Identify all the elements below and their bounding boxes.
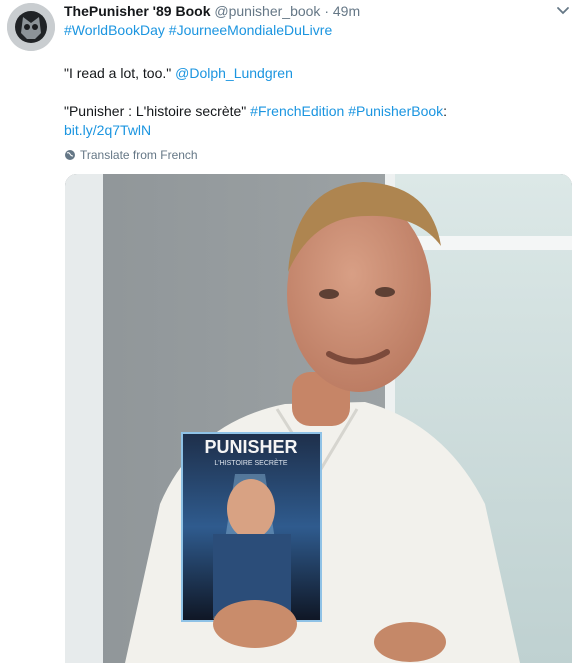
colon: : (443, 103, 448, 119)
separator: · (324, 3, 329, 19)
short-link[interactable]: bit.ly/2q7TwlN (64, 121, 151, 139)
hashtag-worldbookday[interactable]: #WorldBookDay (64, 22, 165, 38)
book-title-text: "Punisher : L'histoire secrète" (64, 103, 247, 119)
hashtag-punisherbook[interactable]: #PunisherBook (348, 103, 443, 119)
book-title: PUNISHER (204, 437, 297, 457)
mention-link[interactable]: @Dolph_Lundgren (175, 65, 293, 81)
tweet-photo[interactable]: PUNISHER L'HISTOIRE SECRÈTE (65, 174, 572, 663)
book-cover: PUNISHER L'HISTOIRE SECRÈTE (181, 432, 322, 622)
quote-line: "I read a lot, too." @Dolph_Lundgren (64, 64, 293, 82)
hashtag-frenchedition[interactable]: #FrenchEdition (250, 103, 344, 119)
title-line: "Punisher : L'histoire secrète" #FrenchE… (64, 102, 447, 120)
quote-text: "I read a lot, too." (64, 65, 172, 81)
globe-icon (65, 150, 75, 160)
hashtags-line: #WorldBookDay #JourneeMondialeDuLivre (64, 21, 332, 39)
timestamp[interactable]: 49m (333, 3, 360, 19)
chevron-down-icon[interactable] (556, 4, 570, 18)
translate-label: Translate from French (80, 148, 198, 162)
tweet-header: ThePunisher '89 Book @punisher_book · 49… (64, 1, 554, 21)
hashtag-journeemondialedulivre[interactable]: #JourneeMondialeDuLivre (169, 22, 332, 38)
book-subtitle: L'HISTOIRE SECRÈTE (214, 458, 287, 467)
avatar[interactable] (7, 3, 55, 51)
translate-button[interactable]: Translate from French (64, 147, 198, 163)
display-name[interactable]: ThePunisher '89 Book (64, 3, 210, 19)
user-handle[interactable]: @punisher_book (214, 3, 320, 19)
